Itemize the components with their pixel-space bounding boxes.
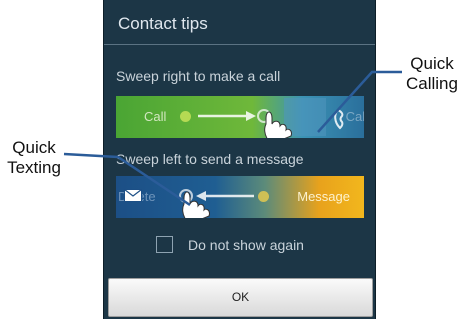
ok-button[interactable]: OK bbox=[108, 278, 373, 317]
callout-quick-calling-line2: Calling bbox=[406, 74, 458, 93]
message-label: Message bbox=[297, 189, 350, 204]
call-demo-strip: Call Call bbox=[116, 96, 364, 138]
dialog-title: Contact tips bbox=[118, 14, 208, 33]
callout-quick-calling: Quick Calling bbox=[402, 54, 462, 94]
message-tip-text: Sweep left to send a message bbox=[116, 151, 304, 167]
callout-quick-texting-line2: Texting bbox=[7, 158, 61, 177]
call-tip-text: Sweep right to make a call bbox=[116, 68, 281, 84]
callout-quick-texting: Quick Texting bbox=[4, 138, 64, 178]
title-divider bbox=[104, 44, 375, 45]
phone-icon bbox=[334, 108, 344, 130]
do-not-show-checkbox[interactable] bbox=[156, 236, 173, 253]
do-not-show-label[interactable]: Do not show again bbox=[188, 237, 304, 253]
contact-tips-dialog: Contact tips Sweep right to make a call … bbox=[104, 0, 375, 319]
callout-quick-calling-line1: Quick bbox=[410, 54, 454, 73]
message-demo-strip: Delete Message bbox=[116, 176, 364, 218]
screen: Contact tips Sweep right to make a call … bbox=[0, 0, 465, 319]
callout-quick-texting-line1: Quick bbox=[12, 138, 56, 157]
